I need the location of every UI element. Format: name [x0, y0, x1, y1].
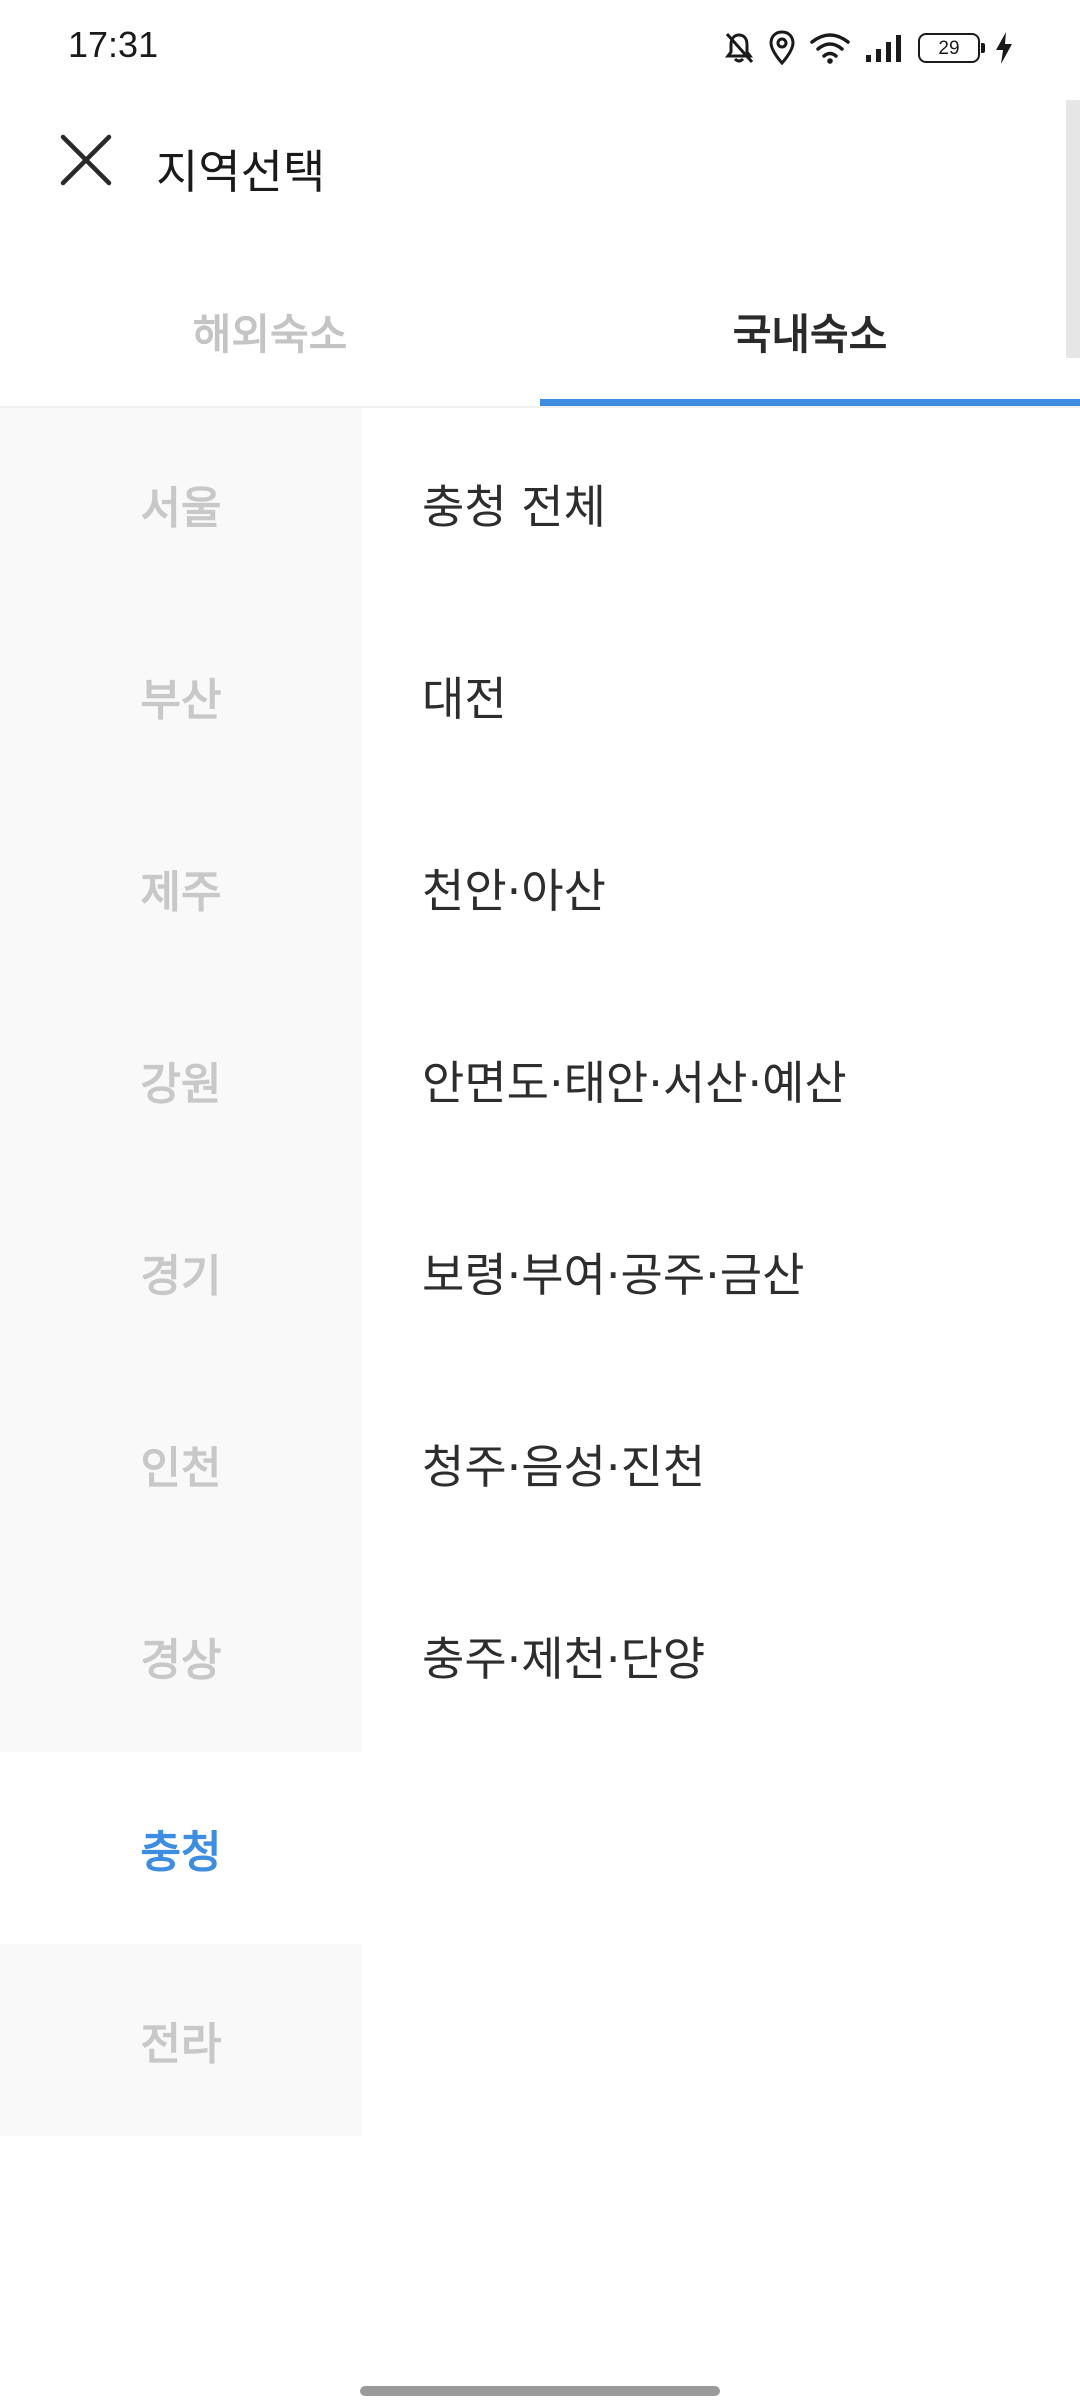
region-item-incheon[interactable]: 인천: [0, 1368, 362, 1560]
region-list: 서울 부산 제주 강원 경기 인천 경상 충청 전라: [0, 408, 362, 2136]
close-icon: [59, 133, 113, 191]
header: 지역선택: [0, 96, 1080, 246]
region-item-jeju[interactable]: 제주: [0, 792, 362, 984]
subregion-item-cheongju-eumseong[interactable]: 청주·음성·진천: [362, 1368, 1080, 1560]
region-item-jeolla[interactable]: 전라: [0, 1944, 362, 2136]
subregion-item-all[interactable]: 충청 전체: [362, 408, 1080, 600]
subregion-item-anmyeondo-taean[interactable]: 안면도·태안·서산·예산: [362, 984, 1080, 1176]
tab-domestic[interactable]: 국내숙소: [540, 270, 1080, 406]
home-indicator[interactable]: [360, 2386, 720, 2396]
active-tab-indicator: [540, 399, 1080, 406]
mute-bell-icon: [724, 31, 754, 65]
region-item-gangwon[interactable]: 강원: [0, 984, 362, 1176]
subregion-item-cheonan-asan[interactable]: 천안·아산: [362, 792, 1080, 984]
location-icon: [768, 30, 796, 66]
status-icons: 29: [724, 26, 1014, 70]
subregion-item-chungju-jecheon[interactable]: 충주·제천·단양: [362, 1560, 1080, 1752]
tab-overseas[interactable]: 해외숙소: [0, 270, 540, 406]
region-item-busan[interactable]: 부산: [0, 600, 362, 792]
status-bar: 17:31 29: [0, 0, 1080, 96]
app-screen: 17:31 29 지역선택 해외숙소 국내숙소 서울 부산 제주 강원 경기 인…: [0, 0, 1080, 2400]
region-item-gyeonggi[interactable]: 경기: [0, 1176, 362, 1368]
signal-icon: [864, 33, 904, 63]
subregion-item-daejeon[interactable]: 대전: [362, 600, 1080, 792]
status-time: 17:31: [68, 24, 159, 65]
close-button[interactable]: [50, 126, 122, 198]
region-item-seoul[interactable]: 서울: [0, 408, 362, 600]
battery-icon: 29: [918, 33, 985, 63]
battery-level: 29: [938, 37, 960, 59]
subregion-list: 충청 전체 대전 천안·아산 안면도·태안·서산·예산 보령·부여·공주·금산 …: [362, 408, 1080, 1752]
page-title: 지역선택: [156, 145, 326, 199]
region-item-gyeongsang[interactable]: 경상: [0, 1560, 362, 1752]
charging-icon: [994, 31, 1014, 65]
subregion-item-boryeong-buyeo[interactable]: 보령·부여·공주·금산: [362, 1176, 1080, 1368]
tab-overseas-label: 해외숙소: [192, 309, 348, 359]
region-item-chungcheong[interactable]: 충청: [0, 1752, 362, 1944]
tab-domestic-label: 국내숙소: [732, 309, 888, 359]
wifi-icon: [810, 32, 850, 64]
tab-bar: 해외숙소 국내숙소: [0, 270, 1080, 406]
